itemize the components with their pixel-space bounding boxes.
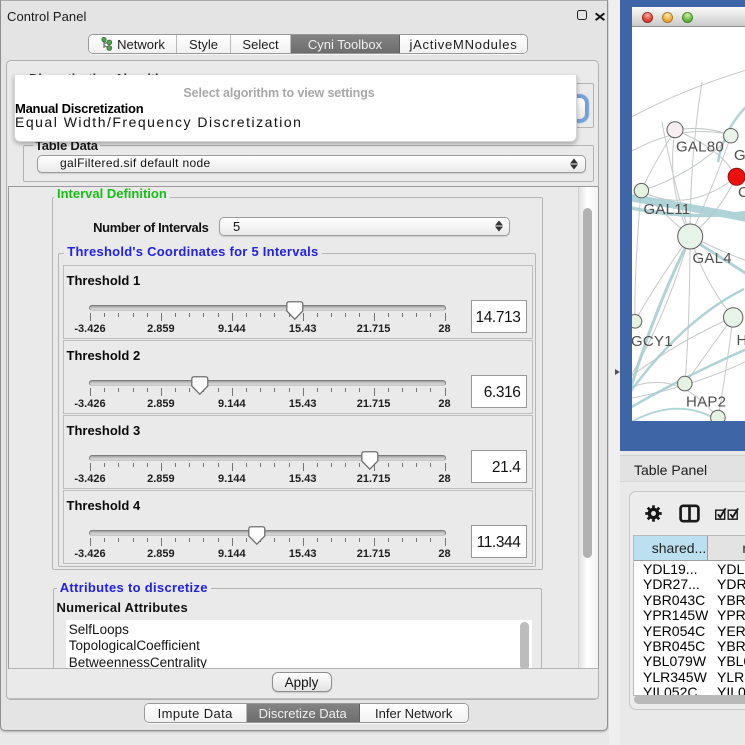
- svg-text:HAP2: HAP2: [686, 394, 726, 411]
- svg-text:H: H: [737, 332, 745, 349]
- svg-text:GAL80: GAL80: [676, 139, 724, 156]
- svg-text:GAL4: GAL4: [693, 250, 732, 267]
- svg-text:GA: GA: [734, 147, 745, 164]
- svg-text:C: C: [738, 184, 745, 201]
- svg-text:GCY1: GCY1: [632, 333, 673, 350]
- svg-text:GAL11: GAL11: [644, 201, 691, 218]
